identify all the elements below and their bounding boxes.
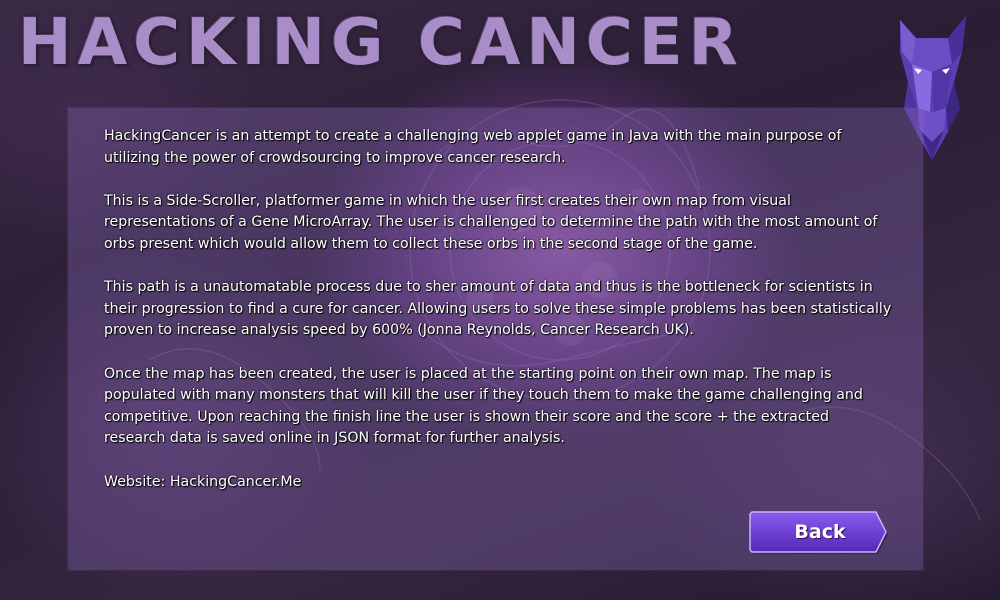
game-title: HACKING CANCER xyxy=(18,6,744,80)
back-button-label: Back xyxy=(794,521,846,543)
about-paragraph: Once the map has been created, the user … xyxy=(104,365,863,447)
website-link[interactable]: Website: HackingCancer.Me xyxy=(104,472,894,494)
about-paragraph: HackingCancer is an attempt to create a … xyxy=(104,128,842,166)
about-paragraph: This path is a unautomatable process due… xyxy=(104,279,892,339)
back-button[interactable]: Back xyxy=(748,510,888,554)
about-text: HackingCancer is an attempt to create a … xyxy=(104,126,894,515)
about-paragraph: This is a Side-Scroller, platformer game… xyxy=(104,192,878,252)
